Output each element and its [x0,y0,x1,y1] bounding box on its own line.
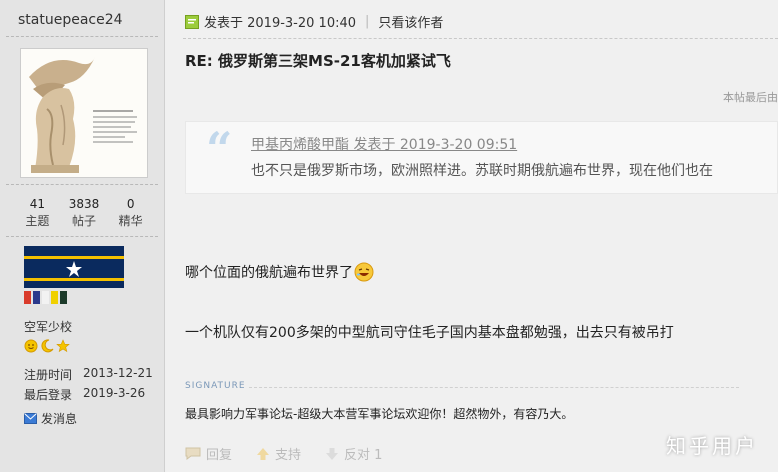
support-label: 支持 [275,448,302,463]
stat-label: 精华 [118,214,143,228]
author-rank: 空军少校 [24,320,73,334]
laughing-emoji-icon [354,262,374,282]
stat-digest[interactable]: 0 精华 [107,196,154,230]
stat-value: 41 [29,197,45,211]
register-date-label: 注册时间 [24,368,73,382]
post-actions: 回复 支持 反对 1 [185,444,406,463]
title-divider [183,38,778,39]
stat-posts[interactable]: 3838 帖子 [61,196,108,230]
post-timestamp: 发表于 2019-3-20 10:40 [204,16,357,31]
last-login-label: 最后登录 [24,388,73,402]
medal-ribbon-icon [24,291,67,304]
meta-divider: | [365,14,370,29]
signature-divider [249,387,739,388]
online-status-icon [185,14,199,29]
quote-block: “ 甲基丙烯酸甲酯 发表于 2019-3-20 09:51 也不只是俄罗斯市场，… [185,121,778,194]
oppose-label: 反对 1 [344,448,383,463]
post-title: RE: 俄罗斯第三架MS-21客机加紧试飞 [185,52,451,70]
arrow-down-icon [326,447,339,460]
sun-icon [24,339,38,353]
star-icon [56,339,70,353]
oppose-button[interactable]: 反对 1 [325,444,382,463]
moon-icon [41,339,54,353]
reply-label: 回复 [206,448,233,463]
quote-mark-icon: “ [206,122,233,176]
post-main: 发表于 2019-3-20 10:40 | 只看该作者 RE: 俄罗斯第三架MS… [165,0,778,472]
last-login-row: 最后登录 2019-3-26 [24,386,145,403]
sidebar-divider [6,236,158,237]
register-date-value: 2013-12-21 [83,366,153,380]
stat-value: 3838 [68,197,100,211]
stat-label: 帖子 [72,214,97,228]
register-date-row: 注册时间 2013-12-21 [24,366,153,383]
post-body-line: 一个机队仅有200多架的中型航司守住毛子国内基本盘都勉强，出去只有被吊打 [185,322,674,342]
envelope-icon [24,413,37,424]
sidebar-divider [6,184,158,185]
post-body-text: 一个机队仅有200多架的中型航司守住毛子国内基本盘都勉强，出去只有被吊打 [185,325,674,341]
author-sidebar: statuepeace24 41 主题 3838 帖子 0 精华 空军少校 注册… [0,0,165,472]
post-body-text: 哪个位面的俄航遍布世界了 [185,265,353,281]
post-body-line: 哪个位面的俄航遍布世界了 [185,262,374,282]
signature-label: SIGNATURE [185,381,246,391]
send-message-label: 发消息 [41,412,78,426]
rank-medals [24,339,70,353]
author-username[interactable]: statuepeace24 [18,12,123,28]
signature-text: 最具影响力军事论坛-超级大本营军事论坛欢迎你！超然物外，有容乃大。 [185,407,574,421]
send-message-button[interactable]: 发消息 [24,410,77,427]
reply-icon [185,447,201,460]
quote-header-link[interactable]: 甲基丙烯酸甲酯 发表于 2019-3-20 09:51 [251,134,517,154]
stat-label: 主题 [25,214,50,228]
winged-victory-statue-image [21,49,147,177]
author-only-link[interactable]: 只看该作者 [378,12,443,31]
stat-threads[interactable]: 41 主题 [14,196,61,230]
curacao-flag-icon [24,246,124,288]
reply-button[interactable]: 回复 [185,444,232,463]
edit-note: 本帖最后由 [723,91,778,104]
sidebar-divider [6,36,158,37]
last-login-value: 2019-3-26 [83,386,146,400]
author-stats: 41 主题 3838 帖子 0 精华 [14,196,154,230]
quote-body: 也不只是俄罗斯市场，欧洲照样进。苏联时期俄航遍布世界，现在他们也在 [251,163,713,179]
support-button[interactable]: 支持 [256,444,301,463]
post-meta: 发表于 2019-3-20 10:40 | 只看该作者 [185,12,443,31]
zhihu-watermark: 知乎用户 [666,434,758,458]
avatar[interactable] [20,48,148,178]
arrow-up-icon [257,447,270,460]
stat-value: 0 [126,197,135,211]
